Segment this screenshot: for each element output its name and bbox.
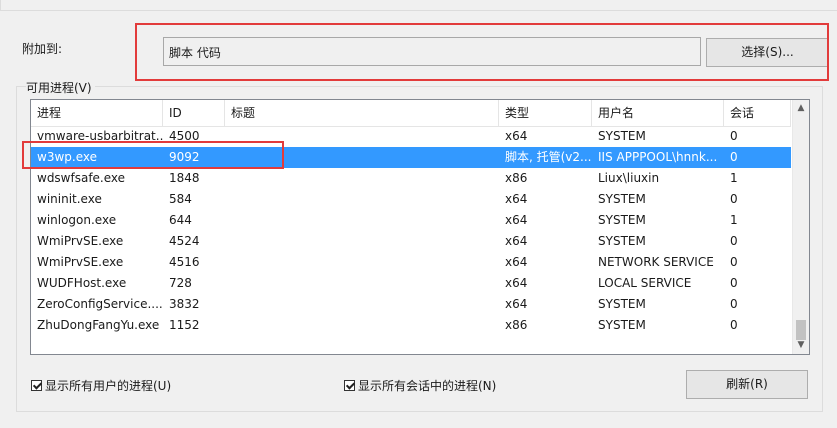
process-user-cell: Liux\liuxin <box>598 171 660 185</box>
process-user-cell: SYSTEM <box>598 234 646 248</box>
process-session-cell: 0 <box>730 150 738 164</box>
process-title-cell <box>225 189 499 210</box>
process-user-cell: SYSTEM <box>598 213 646 227</box>
process-list-scrollbar[interactable]: ▲ ▼ <box>792 100 809 354</box>
process-user-cell: SYSTEM <box>598 129 646 143</box>
process-session-cell: 0 <box>730 129 738 143</box>
process-row[interactable]: winlogon.exe 644 x64 SYSTEM 1 <box>31 210 791 231</box>
column-header-id[interactable]: ID <box>163 100 225 126</box>
process-user-cell: NETWORK SERVICE <box>598 255 714 269</box>
refresh-button[interactable]: 刷新(R) <box>686 370 808 399</box>
process-list[interactable]: 进程 ID 标题 类型 用户名 会话 vmware-usbarbitrat...… <box>30 99 810 355</box>
column-header-title[interactable]: 标题 <box>225 100 499 126</box>
process-title-cell <box>225 294 499 315</box>
process-name-cell: ZeroConfigService.... <box>37 297 163 311</box>
process-type-cell: x64 <box>505 213 528 227</box>
process-user-cell: SYSTEM <box>598 318 646 332</box>
process-session-cell: 0 <box>730 318 738 332</box>
process-title-cell <box>225 273 499 294</box>
process-type-cell: x64 <box>505 276 528 290</box>
process-row[interactable]: wdswfsafe.exe 1848 x86 Liux\liuxin 1 <box>31 168 791 189</box>
process-title-cell <box>225 231 499 252</box>
highlight-box-w3wp <box>22 141 284 169</box>
process-id-cell: 584 <box>169 192 192 206</box>
process-list-header: 进程 ID 标题 类型 用户名 会话 <box>31 100 791 127</box>
process-title-cell <box>225 252 499 273</box>
process-session-cell: 0 <box>730 297 738 311</box>
process-row[interactable]: WmiPrvSE.exe 4516 x64 NETWORK SERVICE 0 <box>31 252 791 273</box>
highlight-box-attach <box>135 23 829 81</box>
chevron-up-icon[interactable]: ▲ <box>793 100 809 117</box>
column-header-session[interactable]: 会话 <box>724 100 791 126</box>
process-type-cell: x86 <box>505 171 528 185</box>
show-all-sessions-checkbox[interactable]: 显示所有会话中的进程(N) <box>344 377 496 394</box>
show-all-users-label: 显示所有用户的进程(U) <box>45 379 172 393</box>
chevron-down-icon[interactable]: ▼ <box>793 337 809 354</box>
process-type-cell: x64 <box>505 234 528 248</box>
process-name-cell: WUDFHost.exe <box>37 276 127 290</box>
process-id-cell: 728 <box>169 276 192 290</box>
process-title-cell <box>225 168 499 189</box>
process-session-cell: 0 <box>730 255 738 269</box>
process-session-cell: 0 <box>730 234 738 248</box>
show-all-sessions-label: 显示所有会话中的进程(N) <box>358 379 497 393</box>
process-name-cell: WmiPrvSE.exe <box>37 255 124 269</box>
process-session-cell: 0 <box>730 276 738 290</box>
process-id-cell: 1152 <box>169 318 200 332</box>
previous-group-box <box>0 0 837 11</box>
checkbox-checked-icon[interactable] <box>344 380 355 391</box>
process-row[interactable]: WUDFHost.exe 728 x64 LOCAL SERVICE 0 <box>31 273 791 294</box>
process-user-cell: SYSTEM <box>598 297 646 311</box>
process-name-cell: ZhuDongFangYu.exe <box>37 318 160 332</box>
process-title-cell <box>225 210 499 231</box>
process-row[interactable]: WmiPrvSE.exe 4524 x64 SYSTEM 0 <box>31 231 791 252</box>
process-session-cell: 1 <box>730 213 738 227</box>
process-row[interactable]: wininit.exe 584 x64 SYSTEM 0 <box>31 189 791 210</box>
process-id-cell: 644 <box>169 213 192 227</box>
process-type-cell: x64 <box>505 255 528 269</box>
process-user-cell: SYSTEM <box>598 192 646 206</box>
process-name-cell: wininit.exe <box>37 192 102 206</box>
process-title-cell <box>225 315 499 336</box>
show-all-users-checkbox[interactable]: 显示所有用户的进程(U) <box>31 377 171 394</box>
process-type-cell: 脚本, 托管(v2... <box>505 150 592 164</box>
process-id-cell: 3832 <box>169 297 200 311</box>
column-header-username[interactable]: 用户名 <box>592 100 724 126</box>
column-header-type[interactable]: 类型 <box>499 100 592 126</box>
process-type-cell: x64 <box>505 129 528 143</box>
process-type-cell: x64 <box>505 297 528 311</box>
checkbox-checked-icon[interactable] <box>31 380 42 391</box>
column-header-process[interactable]: 进程 <box>31 100 163 126</box>
available-processes-label: 可用进程(V) <box>26 79 95 96</box>
process-session-cell: 0 <box>730 192 738 206</box>
process-name-cell: wdswfsafe.exe <box>37 171 126 185</box>
process-row[interactable]: ZhuDongFangYu.exe 1152 x86 SYSTEM 0 <box>31 315 791 336</box>
process-id-cell: 4524 <box>169 234 200 248</box>
process-id-cell: 4516 <box>169 255 200 269</box>
attach-to-label: 附加到: <box>22 42 63 56</box>
process-type-cell: x64 <box>505 192 528 206</box>
process-name-cell: WmiPrvSE.exe <box>37 234 124 248</box>
process-name-cell: winlogon.exe <box>37 213 117 227</box>
process-row[interactable]: ZeroConfigService.... 3832 x64 SYSTEM 0 <box>31 294 791 315</box>
process-user-cell: LOCAL SERVICE <box>598 276 692 290</box>
process-type-cell: x86 <box>505 318 528 332</box>
process-id-cell: 1848 <box>169 171 200 185</box>
process-user-cell: IIS APPPOOL\hnnk... <box>598 150 718 164</box>
process-session-cell: 1 <box>730 171 738 185</box>
